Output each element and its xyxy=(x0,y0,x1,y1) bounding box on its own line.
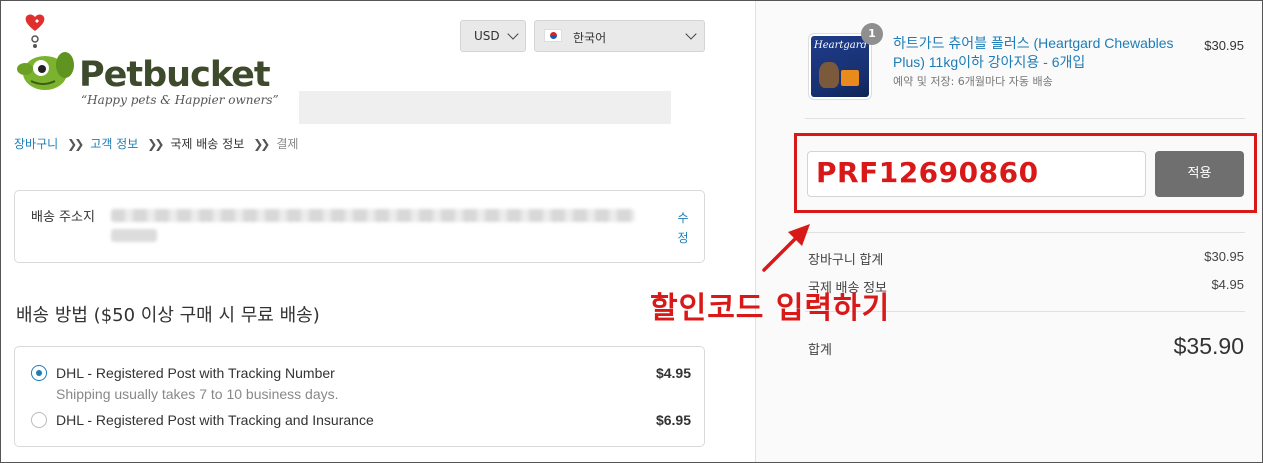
breadcrumb: 장바구니 ❯❯ 고객 정보 ❯❯ 국제 배송 정보 ❯❯ 결제 xyxy=(14,135,298,152)
notice-bar xyxy=(299,91,671,124)
petbucket-logo[interactable]: Petbucket “Happy pets & Happier owners” xyxy=(13,13,283,113)
shipping-option-price: $4.95 xyxy=(655,365,691,381)
shipping-option-radio[interactable] xyxy=(31,412,47,428)
shipping-option-price: $6.95 xyxy=(655,412,691,428)
breadcrumb-separator-icon: ❯❯ xyxy=(147,136,164,151)
breadcrumb-cart[interactable]: 장바구니 xyxy=(14,135,58,152)
shipping-option-radio[interactable] xyxy=(31,365,47,381)
shipping-address-card: 배송 주소지 수정 xyxy=(14,190,705,263)
address-edit-link[interactable]: 수정 xyxy=(675,208,691,248)
breadcrumb-shipping: 국제 배송 정보 xyxy=(170,137,245,151)
brand-tagline: “Happy pets & Happier owners” xyxy=(81,93,279,107)
quantity-badge: 1 xyxy=(861,23,883,45)
order-summary: Heartgard 1 하트가드 츄어블 플러스 (Heartgard Chew… xyxy=(755,1,1262,462)
product-image: Heartgard xyxy=(808,33,872,100)
checkout-main: Petbucket “Happy pets & Happier owners” … xyxy=(1,1,755,462)
address-label: 배송 주소지 xyxy=(31,210,95,225)
breadcrumb-separator-icon: ❯❯ xyxy=(253,136,270,151)
breadcrumb-payment: 결제 xyxy=(276,137,299,151)
subtotal-label: 장바구니 합계 xyxy=(808,252,884,267)
chevron-down-icon xyxy=(507,28,519,40)
currency-select[interactable]: USD xyxy=(460,20,526,52)
language-value: 한국어 xyxy=(573,31,607,45)
annotation-highlight-box xyxy=(794,133,1257,213)
language-select[interactable]: 한국어 xyxy=(534,20,705,52)
total-value: $35.90 xyxy=(1173,333,1244,359)
total-label: 합계 xyxy=(808,343,832,358)
divider xyxy=(805,232,1245,233)
shipping-method-list: DHL - Registered Post with Tracking Numb… xyxy=(14,346,705,447)
chevron-down-icon xyxy=(685,28,697,40)
brand-name: Petbucket xyxy=(79,55,271,95)
subtotal-value: $30.95 xyxy=(1204,249,1244,264)
korea-flag-icon xyxy=(544,29,562,42)
product-name[interactable]: 하트가드 츄어블 플러스 (Heartgard Chewables Plus) … xyxy=(893,34,1183,72)
shipping-method-title: 배송 방법 ($50 이상 구매 시 무료 배송) xyxy=(16,305,320,326)
shipping-option-name: DHL - Registered Post with Tracking and … xyxy=(56,412,374,428)
subtotal-row: 장바구니 합계 $30.95 xyxy=(808,249,1244,268)
divider xyxy=(805,118,1245,119)
product-subscription-note: 예약 및 저장: 6개월마다 자동 배송 xyxy=(893,75,1053,88)
annotation-text: 할인코드 입력하기 xyxy=(650,291,891,326)
product-price: $30.95 xyxy=(1204,38,1244,53)
address-value-redacted xyxy=(111,209,635,245)
annotation-arrow-icon xyxy=(762,224,810,272)
breadcrumb-separator-icon: ❯❯ xyxy=(67,136,84,151)
currency-value: USD xyxy=(474,29,500,43)
shipping-option-note: Shipping usually takes 7 to 10 business … xyxy=(56,386,339,402)
dog-mascot-icon xyxy=(17,14,74,90)
shipping-option-name: DHL - Registered Post with Tracking Numb… xyxy=(56,365,335,381)
shipping-cost-value: $4.95 xyxy=(1211,277,1244,292)
product-package-brand: Heartgard xyxy=(814,40,867,51)
breadcrumb-customer-info[interactable]: 고객 정보 xyxy=(90,135,138,152)
